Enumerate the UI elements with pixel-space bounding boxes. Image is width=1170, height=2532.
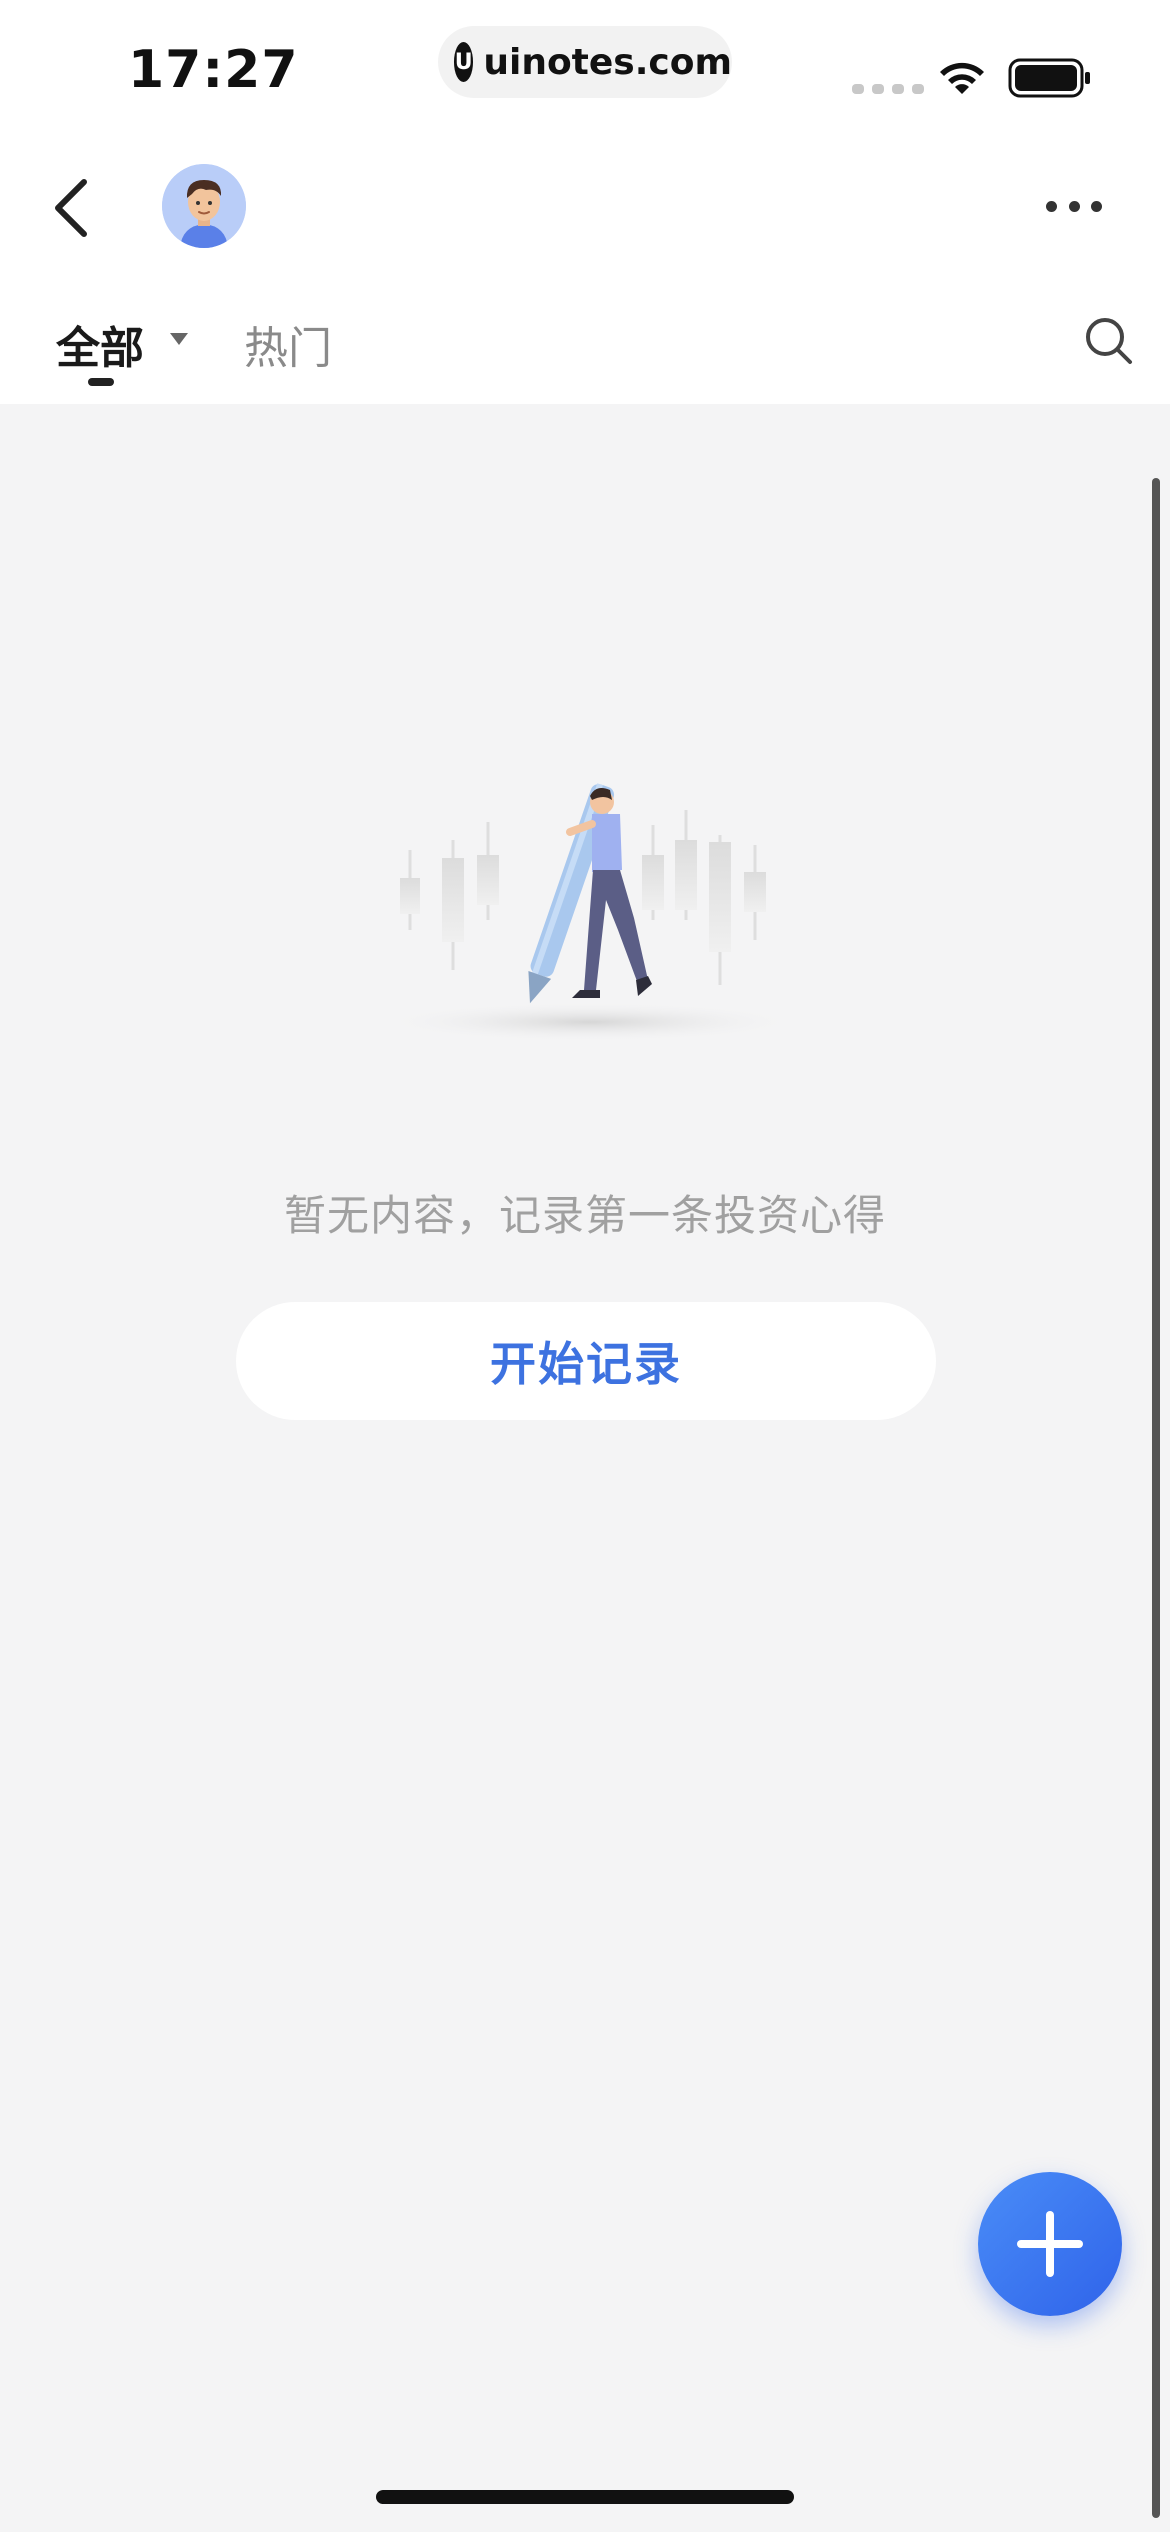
search-icon [1086, 318, 1132, 364]
battery-icon [1008, 58, 1090, 98]
back-button[interactable] [40, 168, 104, 248]
plus-icon [1017, 2211, 1083, 2277]
more-dot [1091, 200, 1102, 212]
more-dot [1046, 200, 1057, 212]
home-indicator [376, 2490, 794, 2504]
caret-down-icon[interactable] [168, 330, 190, 348]
empty-state-message: 暂无内容，记录第一条投资心得 [283, 1191, 886, 1240]
status-time: 17:27 [128, 40, 299, 100]
add-button[interactable] [978, 2172, 1122, 2316]
wifi-icon [940, 62, 984, 94]
empty-state-illustration [380, 783, 800, 1042]
more-button[interactable] [1046, 196, 1102, 216]
scrollbar[interactable] [1152, 478, 1160, 2518]
url-text: uinotes.com [483, 41, 732, 83]
url-pill[interactable]: U uinotes.com [438, 26, 732, 98]
chevron-left-icon [55, 179, 87, 237]
more-dot [1068, 200, 1080, 212]
start-record-button[interactable]: 开始记录 [236, 1302, 936, 1420]
page: 17:27 U uinotes.com 全部 热门 暂无内容，记录第一条投资心得… [0, 0, 1170, 2532]
tab-all[interactable]: 全部 [56, 312, 144, 376]
avatar[interactable] [162, 164, 246, 248]
search-button[interactable] [1082, 314, 1136, 368]
avatar-illustration [162, 164, 246, 248]
tab-active-indicator [88, 378, 114, 386]
tab-hot[interactable]: 热门 [244, 312, 332, 376]
site-logo-icon: U [454, 42, 474, 82]
cellular-signal-icon [852, 84, 924, 94]
